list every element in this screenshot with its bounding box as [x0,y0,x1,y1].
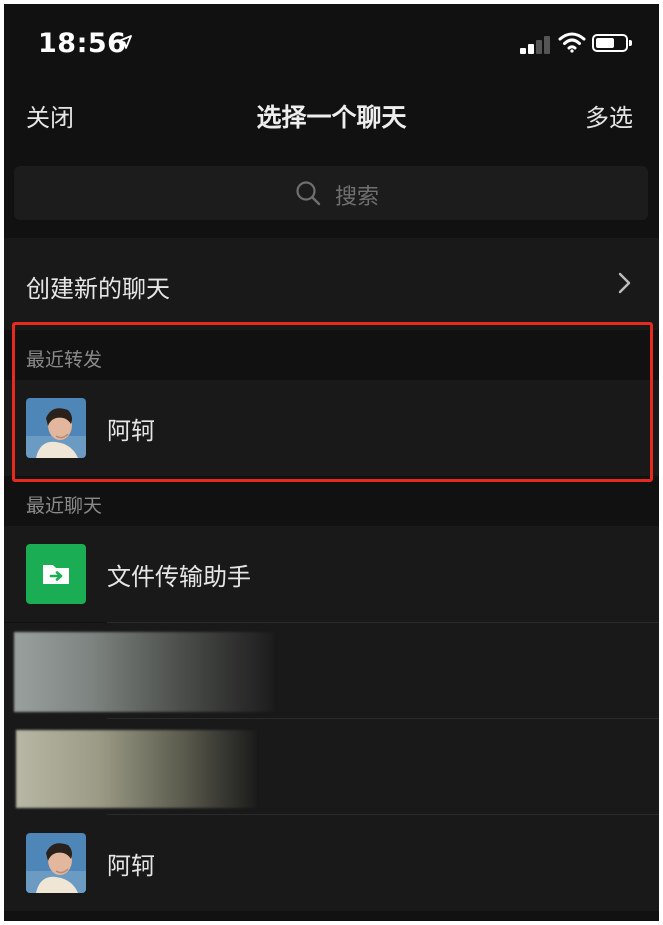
battery-icon [592,34,632,52]
blurred-content [14,632,274,712]
contact-name: 文件传输助手 [107,563,251,591]
list-item[interactable]: 文件传输助手 [4,526,659,622]
phone-screen: 18:56 关闭 选择一个聊天 多选 搜索 创建新的聊天 最近转发 阿轲 最近聊… [4,4,659,921]
chevron-right-icon [618,272,632,298]
status-bar: 18:56 [4,4,659,84]
blurred-content [16,730,256,808]
status-time: 18:56 [38,28,127,59]
cellular-signal-icon [520,34,556,54]
contact-name: 阿轲 [107,852,155,880]
create-new-chat-label: 创建新的聊天 [26,275,170,303]
wifi-icon [558,31,586,57]
nav-bar: 关闭 选择一个聊天 多选 [4,84,659,154]
create-new-chat[interactable]: 创建新的聊天 [4,238,659,330]
list-item[interactable]: 阿轲 [4,815,659,911]
avatar [26,833,86,893]
search-icon [295,180,321,210]
section-header-recent-chats: 最近聊天 [4,480,659,526]
highlight-box [12,322,653,482]
page-title: 选择一个聊天 [256,103,407,132]
location-arrow-icon [118,34,132,53]
file-transfer-icon [26,544,86,604]
section-header-label: 最近聊天 [26,495,103,517]
search-input[interactable]: 搜索 [14,166,648,220]
search-placeholder: 搜索 [335,185,380,210]
multi-select-button[interactable]: 多选 [585,98,633,133]
